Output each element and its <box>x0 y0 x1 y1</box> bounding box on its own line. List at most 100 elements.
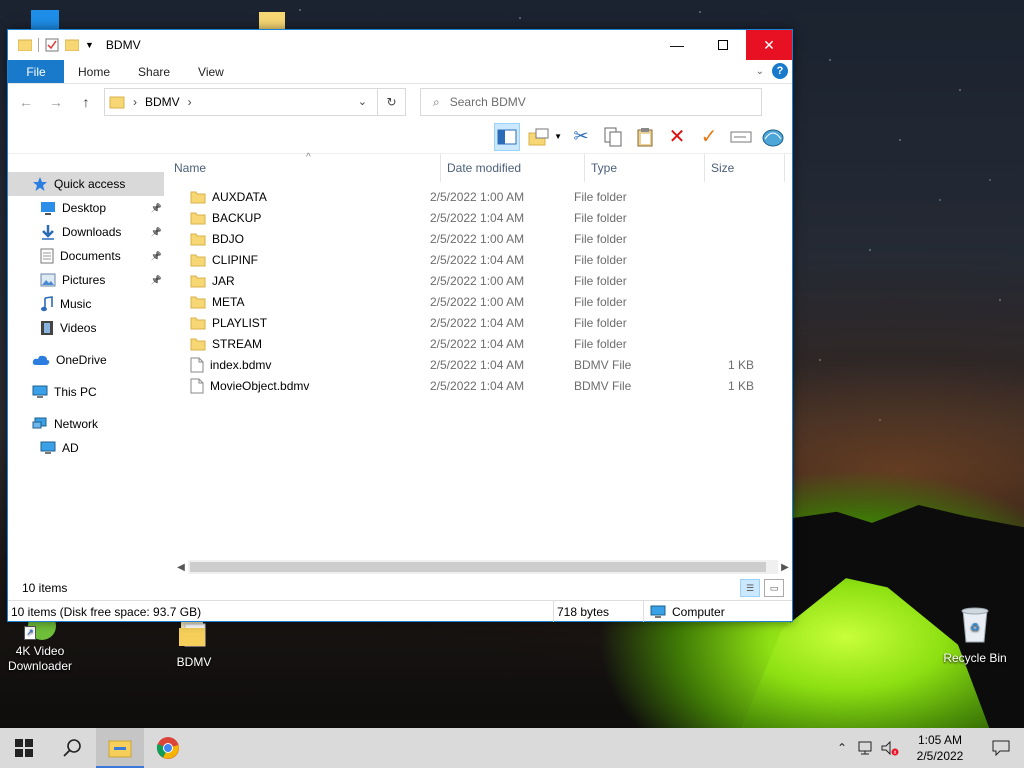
action-center-button[interactable] <box>978 728 1024 768</box>
tab-home[interactable]: Home <box>64 60 124 83</box>
sidebar-item-desktop[interactable]: Desktop 📌 <box>8 196 168 220</box>
help-icon[interactable]: ? <box>772 63 788 79</box>
folder-icon <box>190 295 206 309</box>
tab-view[interactable]: View <box>184 60 238 83</box>
address-path[interactable]: BDMV <box>145 95 180 109</box>
sidebar-item-ad[interactable]: AD <box>8 436 168 460</box>
column-header-size[interactable]: Size <box>705 154 785 182</box>
taskbar-file-explorer[interactable] <box>96 728 144 768</box>
back-button[interactable]: ← <box>14 90 38 114</box>
chevron-right-icon[interactable]: › <box>188 95 192 109</box>
horizontal-scrollbar[interactable]: ◀ ▶ <box>174 559 792 575</box>
refresh-button[interactable]: ↻ <box>377 89 405 115</box>
details-view-button[interactable]: ☰ <box>740 579 760 597</box>
delete-button[interactable]: ✕ <box>664 123 690 151</box>
address-dropdown-icon[interactable]: ⌄ <box>358 95 367 108</box>
network-icon <box>32 417 48 431</box>
new-folder-icon[interactable] <box>65 39 79 51</box>
start-button[interactable] <box>0 728 48 768</box>
tab-file[interactable]: File <box>8 60 64 83</box>
tab-share[interactable]: Share <box>124 60 184 83</box>
column-label: Size <box>711 161 735 175</box>
pin-icon[interactable]: 📌 <box>151 251 162 262</box>
search-button[interactable] <box>48 728 96 768</box>
table-row[interactable]: index.bdmv 2/5/2022 1:04 AM BDMV File 1 KB <box>168 354 792 375</box>
column-header-date[interactable]: Date modified <box>441 154 585 182</box>
file-size: 1 KB <box>727 357 754 372</box>
title-bar[interactable]: ▼ BDMV — ✕ <box>8 30 792 60</box>
address-bar[interactable]: › BDMV › ⌄ ↻ <box>104 88 406 116</box>
table-row[interactable]: BACKUP 2/5/2022 1:04 AM File folder <box>168 207 792 228</box>
dropdown-arrow-icon[interactable]: ▼ <box>554 132 562 141</box>
copy-button[interactable] <box>600 123 626 151</box>
properties-button[interactable] <box>526 123 552 151</box>
preview-pane-button[interactable] <box>494 122 521 151</box>
table-row[interactable]: PLAYLIST 2/5/2022 1:04 AM File folder <box>168 312 792 333</box>
window-title: BDMV <box>105 38 141 52</box>
sidebar-item-videos[interactable]: Videos <box>8 316 168 340</box>
scroll-track[interactable] <box>188 560 778 574</box>
scroll-thumb[interactable] <box>190 562 766 572</box>
status-bar: 10 items (Disk free space: 93.7 GB) 718 … <box>8 600 792 622</box>
sidebar-item-network[interactable]: Network <box>8 412 168 436</box>
close-button[interactable]: ✕ <box>746 30 792 60</box>
sidebar-item-pictures[interactable]: Pictures 📌 <box>8 268 168 292</box>
network-status-icon[interactable] <box>854 728 878 768</box>
file-name: MovieObject.bdmv <box>210 378 310 393</box>
chevron-down-icon[interactable]: ⌄ <box>756 66 764 77</box>
table-row[interactable]: CLIPINF 2/5/2022 1:04 AM File folder <box>168 249 792 270</box>
scroll-right-icon[interactable]: ▶ <box>778 562 792 573</box>
computer-icon <box>32 385 48 399</box>
sidebar-item-quick-access[interactable]: Quick access <box>8 172 164 196</box>
table-row[interactable]: AUXDATA 2/5/2022 1:00 AM File folder <box>168 186 792 207</box>
sidebar-item-downloads[interactable]: Downloads 📌 <box>8 220 168 244</box>
file-icon <box>190 357 204 373</box>
sidebar-item-onedrive[interactable]: OneDrive <box>8 348 168 372</box>
column-header-name[interactable]: Name <box>168 154 441 182</box>
table-row[interactable]: JAR 2/5/2022 1:00 AM File folder <box>168 270 792 291</box>
sidebar-item-this-pc[interactable]: This PC <box>8 380 168 404</box>
search-box[interactable]: ⌕ Search BDMV <box>420 88 762 116</box>
sidebar-item-label: This PC <box>54 385 97 399</box>
show-hidden-icons-button[interactable]: ⌃ <box>830 728 854 768</box>
qat-dropdown-icon[interactable]: ▼ <box>85 40 94 50</box>
scroll-left-icon[interactable]: ◀ <box>174 562 188 573</box>
shell-button[interactable] <box>760 123 786 151</box>
table-row[interactable]: META 2/5/2022 1:00 AM File folder <box>168 291 792 312</box>
search-icon: ⌕ <box>433 94 440 109</box>
rename-icon <box>730 131 752 142</box>
pin-icon[interactable]: 📌 <box>151 275 162 286</box>
file-type: File folder <box>574 336 627 351</box>
file-name: JAR <box>212 273 235 288</box>
taskbar: ⌃ x 1:05 AM 2/5/2022 <box>0 728 1024 768</box>
sidebar-item-documents[interactable]: Documents 📌 <box>8 244 168 268</box>
volume-muted-icon[interactable]: x <box>878 728 902 768</box>
properties-checkbox-icon[interactable] <box>45 38 59 52</box>
rename-field-button[interactable] <box>728 123 754 151</box>
table-row[interactable]: STREAM 2/5/2022 1:04 AM File folder <box>168 333 792 354</box>
chevron-right-icon[interactable]: › <box>133 95 137 109</box>
taskbar-chrome[interactable] <box>144 728 192 768</box>
table-row[interactable]: BDJO 2/5/2022 1:00 AM File folder <box>168 228 792 249</box>
large-icons-view-button[interactable]: ▭ <box>764 579 784 597</box>
maximize-button[interactable] <box>700 30 746 60</box>
desktop-icon-bdmv[interactable]: BDMV <box>154 620 234 669</box>
desktop-icon-recycle-bin[interactable]: ♻ Recycle Bin <box>935 604 1015 665</box>
forward-button[interactable]: → <box>44 90 68 114</box>
pin-icon[interactable]: 📌 <box>151 227 162 238</box>
rename-button[interactable]: ✓ <box>696 123 722 151</box>
sidebar-item-music[interactable]: Music <box>8 292 168 316</box>
paste-button[interactable] <box>632 123 658 151</box>
file-rows: AUXDATA 2/5/2022 1:00 AM File folder BACKUP… <box>168 182 792 396</box>
clock[interactable]: 1:05 AM 2/5/2022 <box>902 732 978 764</box>
pin-icon[interactable]: 📌 <box>151 203 162 214</box>
file-name: index.bdmv <box>210 357 272 372</box>
minimize-button[interactable]: — <box>654 30 700 60</box>
file-name-cell: CLIPINF <box>168 253 424 267</box>
up-button[interactable]: ↑ <box>74 90 98 114</box>
folder-icon[interactable] <box>18 39 32 51</box>
cut-button[interactable]: ✂ <box>568 123 594 151</box>
status-disk-space: 10 items (Disk free space: 93.7 GB) <box>8 601 554 622</box>
table-row[interactable]: MovieObject.bdmv 2/5/2022 1:04 AM BDMV Fil… <box>168 375 792 396</box>
column-header-type[interactable]: Type <box>585 154 705 182</box>
